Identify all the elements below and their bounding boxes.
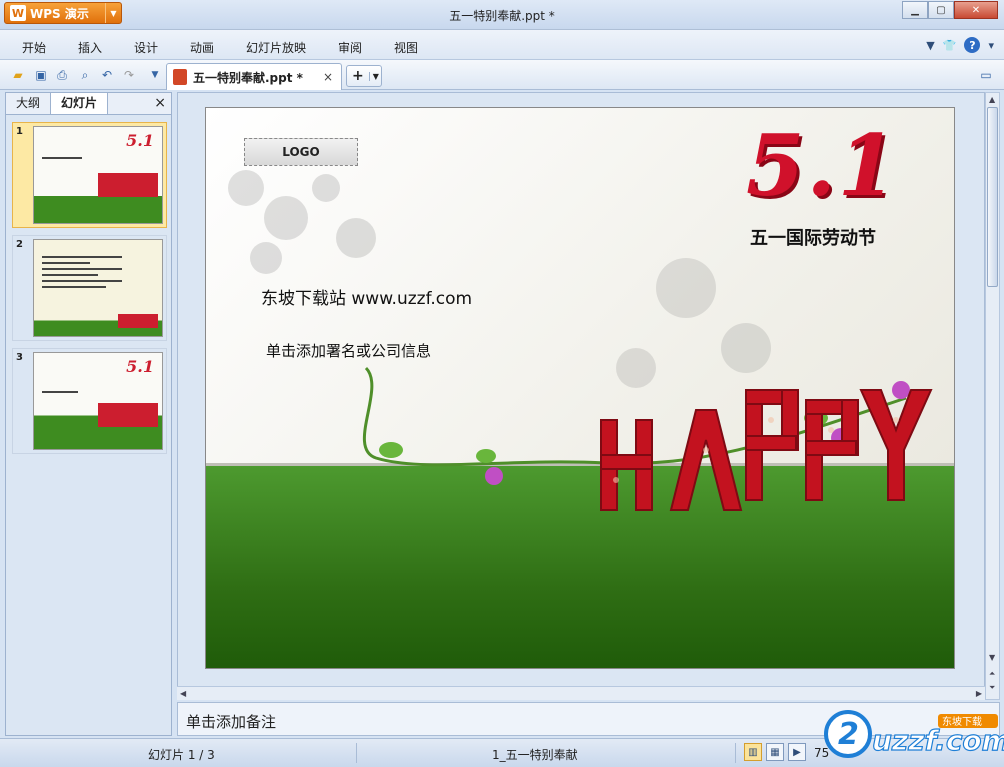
- slide-thumbnail-3[interactable]: 3 5.1: [12, 348, 167, 454]
- thumbnail-happy-graphic: [98, 173, 158, 197]
- slide-editing-area: LOGO 5.1 五一国际劳动节 东坡下载站 www.uzzf.com 单击添加…: [177, 92, 985, 700]
- floral-decoration: [228, 170, 376, 274]
- document-tab-title: 五一特别奉献.ppt *: [193, 70, 303, 85]
- window-layout-icon[interactable]: ▭: [978, 67, 994, 83]
- close-panel-icon[interactable]: ×: [154, 93, 171, 114]
- ppt-file-icon: [173, 69, 187, 85]
- maximize-button[interactable]: ▢: [928, 1, 954, 19]
- save-icon[interactable]: ▣: [33, 67, 49, 83]
- minimize-button[interactable]: ▁: [902, 1, 928, 19]
- thumbnail-happy-graphic: [118, 314, 158, 328]
- slide-main-title[interactable]: 5.1: [746, 116, 898, 215]
- undo-icon[interactable]: ↶: [99, 67, 115, 83]
- watermark-text: uzzf.com: [872, 724, 1004, 757]
- redo-icon[interactable]: ↷: [121, 67, 137, 83]
- svg-text:2: 2: [838, 717, 859, 752]
- thumbnail-image: 5.1: [33, 126, 163, 224]
- slide-thumbnail-1[interactable]: 1 5.1: [12, 122, 167, 228]
- new-tab-button[interactable]: + ▼: [346, 65, 382, 87]
- previous-slide-icon[interactable]: ⏶: [989, 669, 995, 679]
- panel-tabs: 大纲 幻灯片 ×: [6, 93, 171, 115]
- slides-panel: 大纲 幻灯片 × 1 5.1 2 3 5.1: [5, 92, 172, 736]
- site-text[interactable]: 东坡下载站 www.uzzf.com: [261, 284, 472, 309]
- current-slide[interactable]: LOGO 5.1 五一国际劳动节 东坡下载站 www.uzzf.com 单击添加…: [205, 107, 955, 669]
- help-dropdown-icon[interactable]: ▾: [988, 39, 994, 52]
- tab-outline[interactable]: 大纲: [6, 93, 50, 114]
- quick-access-toolbar: ▰ ▣ ⎙ ⌕ ↶ ↷ ▼ 五一特别奉献.ppt * × + ▼ ▭: [0, 60, 1004, 90]
- collapse-ribbon-icon[interactable]: ▼: [926, 39, 934, 52]
- title-bar: W WPS 演示 ▼ 五一特别奉献.ppt * ▁ ▢ ✕: [0, 0, 1004, 30]
- slide-thumbnail-2[interactable]: 2: [12, 235, 167, 341]
- slideshow-view-icon[interactable]: ▶: [788, 743, 806, 761]
- thumbnail-happy-graphic: [98, 403, 158, 427]
- window-title: 五一特别奉献.ppt *: [449, 9, 555, 23]
- close-window-button[interactable]: ✕: [954, 1, 998, 19]
- scroll-right-icon[interactable]: ▶: [976, 689, 982, 698]
- thumbnail-number: 3: [16, 352, 23, 363]
- customize-toolbar-icon[interactable]: ▼: [147, 67, 163, 83]
- thumbnail-text-lines: [42, 157, 82, 163]
- menu-view[interactable]: 视图: [394, 39, 418, 56]
- ribbon-menu: 开始 插入 设计 动画 幻灯片放映 审阅 视图 ▼ 👕 ? ▾: [0, 30, 1004, 60]
- scroll-thumb[interactable]: [987, 107, 998, 287]
- menu-right-tools: ▼ 👕 ? ▾: [926, 37, 994, 53]
- print-preview-icon[interactable]: ⌕: [77, 67, 93, 83]
- logo-placeholder[interactable]: LOGO: [244, 138, 358, 166]
- scroll-up-icon[interactable]: ▲: [989, 95, 995, 104]
- slide-sorter-view-icon[interactable]: ▦: [766, 743, 784, 761]
- vertical-scrollbar[interactable]: ▲ ▼ ⏶ ⏷: [985, 92, 1000, 700]
- thumbnail-text-lines: [42, 256, 122, 292]
- tab-slides[interactable]: 幻灯片: [50, 93, 109, 114]
- scroll-left-icon[interactable]: ◀: [180, 689, 186, 698]
- menu-home[interactable]: 开始: [22, 39, 46, 56]
- status-divider: [735, 743, 736, 763]
- close-tab-icon[interactable]: ×: [323, 70, 333, 84]
- thumbnail-title-graphic: 5.1: [126, 131, 154, 150]
- thumbnail-number: 2: [16, 239, 23, 250]
- thumbnail-number: 1: [16, 126, 23, 137]
- slide-design-name: 1_五一特别奉献: [492, 748, 578, 762]
- thumbnail-image: 5.1: [33, 352, 163, 450]
- status-divider: [356, 743, 357, 763]
- window-controls: ▁ ▢ ✕: [902, 1, 998, 19]
- thumbnail-image: [33, 239, 163, 337]
- print-icon[interactable]: ⎙: [54, 67, 70, 83]
- menu-review[interactable]: 审阅: [338, 39, 362, 56]
- thumbnail-text-lines: [42, 391, 78, 397]
- open-folder-icon[interactable]: ▰: [10, 67, 26, 83]
- festival-subtitle[interactable]: 五一国际劳动节: [750, 224, 876, 250]
- site-watermark-logo: 2 东坡下载 uzzf.com: [824, 710, 1004, 758]
- menu-insert[interactable]: 插入: [78, 39, 102, 56]
- horizontal-scrollbar[interactable]: ◀ ▶: [177, 686, 985, 700]
- chevron-down-icon[interactable]: ▼: [368, 71, 379, 81]
- menu-slideshow[interactable]: 幻灯片放映: [246, 39, 306, 56]
- happy-3d-letters-decoration: [600, 389, 933, 511]
- help-icon[interactable]: ?: [964, 37, 981, 53]
- scroll-down-icon[interactable]: ▼: [989, 653, 995, 662]
- menu-design[interactable]: 设计: [134, 39, 158, 56]
- menu-animation[interactable]: 动画: [190, 39, 214, 56]
- thumbnail-list: 1 5.1 2 3 5.1: [6, 116, 171, 735]
- next-slide-icon[interactable]: ⏷: [989, 683, 995, 693]
- plus-icon: +: [352, 68, 364, 84]
- thumbnail-title-graphic: 5.1: [126, 357, 154, 376]
- slide-indicator: 幻灯片 1 / 3: [148, 748, 215, 762]
- document-tab[interactable]: 五一特别奉献.ppt * ×: [166, 63, 342, 90]
- normal-view-icon[interactable]: ▥: [744, 743, 762, 761]
- skin-icon[interactable]: 👕: [943, 39, 957, 52]
